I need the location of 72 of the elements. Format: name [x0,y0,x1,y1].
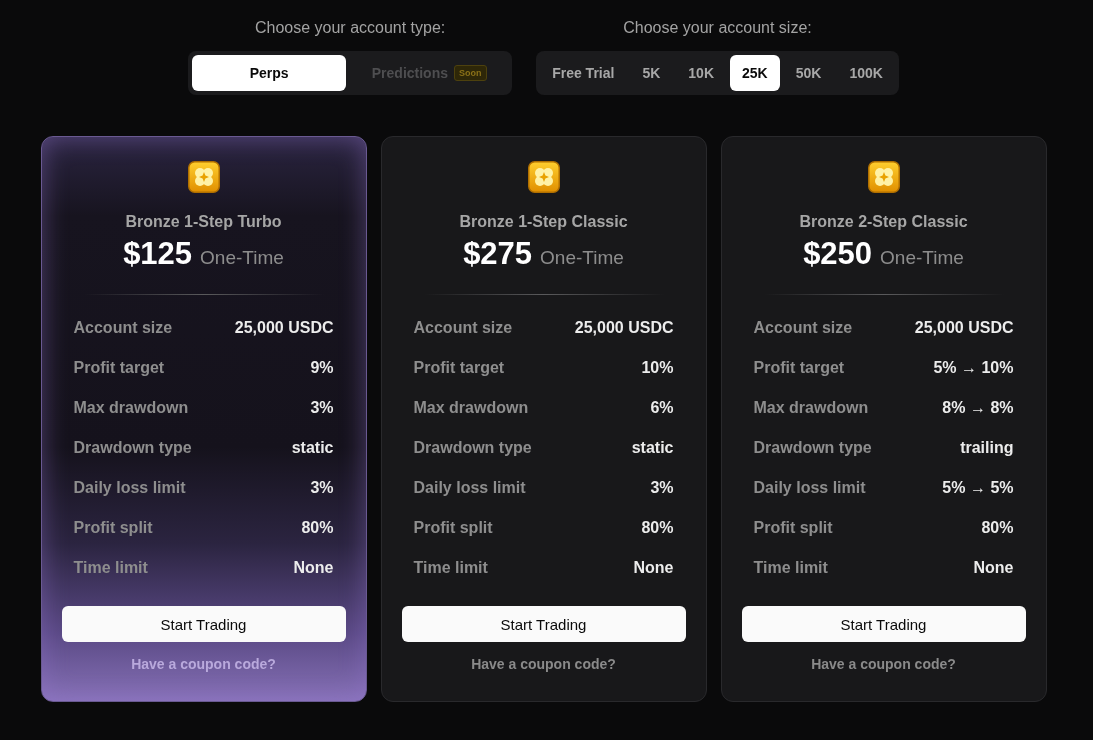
spec-value: None [973,559,1014,577]
spec-value: 25,000 USDC [914,319,1014,337]
start-trading-button[interactable]: Start Trading [61,606,346,642]
plan-price: $275 [463,235,533,273]
spec-label: Profit target [753,359,845,377]
coupon-link[interactable]: Have a coupon code? [811,656,956,672]
spec-value: 3% [310,479,334,497]
spec-value: 25,000 USDC [574,319,674,337]
spec-value: 80% [641,519,674,537]
start-trading-button[interactable]: Start Trading [741,606,1026,642]
spec-value: 3% [310,399,334,417]
account-size-tab[interactable]: 25K [730,55,780,91]
start-trading-button[interactable]: Start Trading [401,606,686,642]
soon-badge: Soon [454,65,487,81]
spec-label: Max drawdown [413,399,529,417]
spec-label: Drawdown type [73,439,192,457]
account-type-label: Choose your account type: [254,18,446,38]
spec-value: 8% → 8% [942,399,1014,417]
spec-value: static [291,439,334,457]
spec-label: Account size [753,319,853,337]
spec-label: Profit split [753,519,833,537]
account-size-tab[interactable]: 10K [676,55,726,91]
spec-label: Time limit [73,559,148,577]
spec-label: Time limit [753,559,828,577]
plan-card[interactable] [720,136,1047,702]
spec-label: Max drawdown [753,399,869,417]
spec-value: 9% [310,359,334,377]
coupon-link[interactable]: Have a coupon code? [471,656,616,672]
account-type-tab[interactable]: Perps [192,55,347,91]
spec-value: 80% [981,519,1014,537]
spec-value: 3% [650,479,674,497]
spec-value: 5% → 5% [942,479,1014,497]
spec-value: 6% [650,399,674,417]
spec-value: None [633,559,674,577]
spec-value: 80% [301,519,334,537]
spec-value: 10% [641,359,674,377]
billing-label: One-Time [880,246,964,270]
plan-card[interactable]: Bronze 1-Step Turbo $125 One-Time Account size 25,000 USDC Profit target 9% Max drawdown 3% Drawdown type static Daily loss limit 3% Profit split 80% Time limit None Start Trading Have a coupon code? [40,136,367,702]
spec-label: Daily loss limit [73,479,186,497]
plan-name: Bronze 1-Step Classic [459,212,628,232]
spec-value: trailing [960,439,1014,457]
spec-label: Max drawdown [73,399,189,417]
clover-icon [867,161,900,193]
spec-label: Daily loss limit [413,479,526,497]
spec-label: Account size [73,319,173,337]
spec-label: Profit target [413,359,505,377]
spec-label: Profit split [73,519,153,537]
spec-label: Drawdown type [753,439,872,457]
account-size-label: Choose your account size: [623,18,812,38]
spec-label: Profit split [413,519,493,537]
plan-price: $250 [803,235,873,273]
plan-name: Bronze 2-Step Classic [799,212,968,232]
spec-label: Time limit [413,559,488,577]
plan-card[interactable] [380,136,707,702]
account-size-tab[interactable]: Free Trial [540,55,627,91]
spec-label: Daily loss limit [753,479,866,497]
spec-label: Profit target [73,359,165,377]
billing-label: One-Time [540,246,624,270]
spec-value: None [293,559,334,577]
spec-value: static [631,439,674,457]
billing-label: One-Time [200,246,284,270]
spec-value: 5% → 10% [933,359,1014,377]
spec-value: 25,000 USDC [234,319,334,337]
clover-icon [527,161,560,193]
account-size-tab[interactable]: 5K [630,55,673,91]
account-size-tab[interactable]: 50K [783,55,834,91]
plan-price: $125 [123,235,193,273]
account-size-tab[interactable]: 100K [837,55,895,91]
spec-label: Account size [413,319,513,337]
spec-label: Drawdown type [413,439,532,457]
clover-icon [187,161,220,193]
plan-name: Bronze 1-Step Turbo [125,212,282,232]
